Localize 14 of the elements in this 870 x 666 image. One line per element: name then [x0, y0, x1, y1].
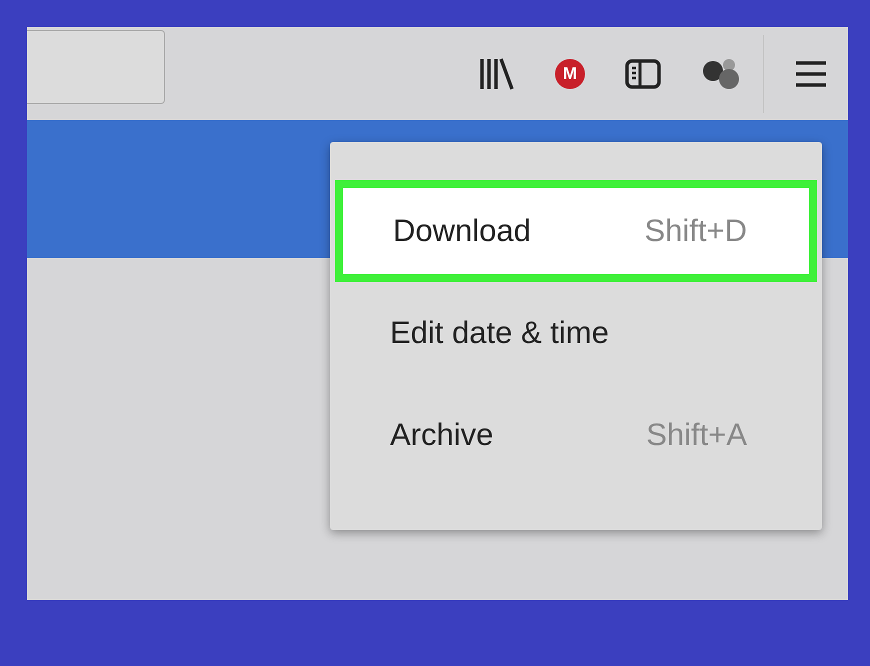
library-icon[interactable]: [479, 56, 515, 90]
sidebar-icon[interactable]: [625, 58, 661, 88]
spheres-icon[interactable]: [701, 56, 741, 90]
menu-item-label: Edit date & time: [390, 315, 609, 351]
keyboard-shortcut: Shift+A: [646, 417, 747, 453]
menu-item-label: Archive: [390, 417, 494, 453]
keyboard-shortcut: Shift+D: [644, 213, 747, 249]
menu-item-label: Download: [393, 213, 531, 249]
menu-item[interactable]: Download Shift+D: [335, 180, 817, 282]
extension-logo-icon[interactable]: M: [555, 58, 585, 88]
menu-icon[interactable]: [794, 60, 828, 88]
address-field[interactable]: [27, 30, 165, 104]
menu-item[interactable]: Edit date & time: [330, 282, 822, 384]
menu-item[interactable]: Archive Shift+A: [330, 384, 822, 486]
